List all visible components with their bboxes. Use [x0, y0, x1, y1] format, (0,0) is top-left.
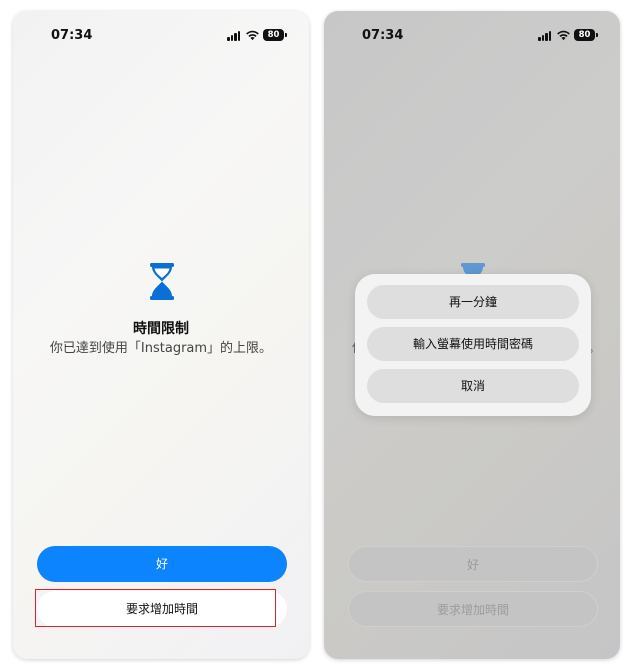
wifi-icon — [557, 30, 570, 41]
status-bar: 07:34 80 — [324, 11, 620, 61]
request-more-time-button-dimmed: 要求增加時間 — [348, 591, 598, 627]
action-sheet: 再一分鐘 輸入螢幕使用時間密碼 取消 — [355, 274, 591, 416]
wifi-icon — [246, 30, 259, 41]
signal-icon — [227, 30, 241, 41]
page-title: 時間限制 — [133, 321, 189, 337]
status-time: 07:34 — [51, 28, 93, 43]
screen-time-options-screen: 07:34 80 你 。 好 要求增加時間 再一分鐘 輸入螢幕使用時間密碼 取消 — [324, 11, 620, 659]
battery-icon: 80 — [574, 29, 598, 41]
one-more-minute-button[interactable]: 再一分鐘 — [367, 285, 579, 319]
enter-passcode-button[interactable]: 輸入螢幕使用時間密碼 — [367, 327, 579, 361]
signal-icon — [538, 30, 552, 41]
ok-button-dimmed: 好 — [348, 546, 598, 582]
screen-time-limit-screen: 07:34 80 時間限制 你已達到使用「Instagram」的上限。 好 要求… — [13, 11, 309, 659]
hourglass-icon — [150, 263, 174, 300]
battery-icon: 80 — [263, 29, 287, 41]
status-bar: 07:34 80 — [13, 11, 309, 61]
status-time: 07:34 — [362, 28, 404, 43]
highlight-box — [35, 589, 276, 627]
ok-button[interactable]: 好 — [37, 546, 287, 582]
cancel-button[interactable]: 取消 — [367, 369, 579, 403]
limit-message: 你已達到使用「Instagram」的上限。 — [49, 341, 273, 356]
